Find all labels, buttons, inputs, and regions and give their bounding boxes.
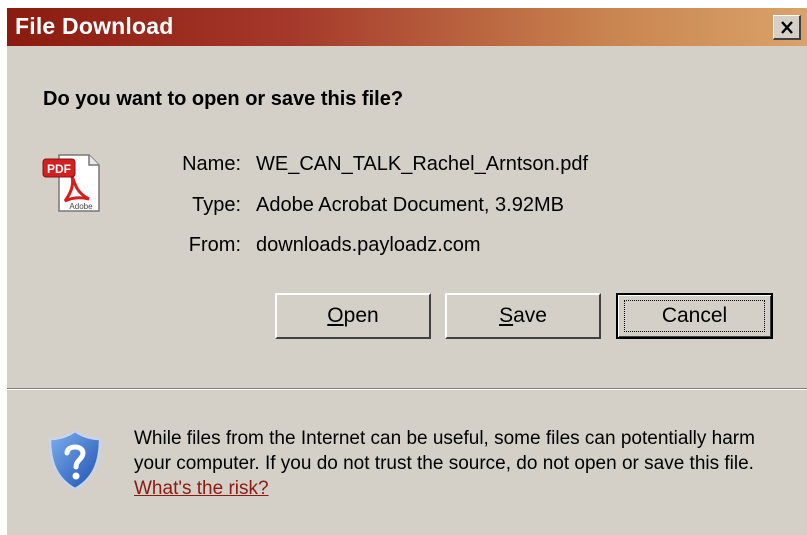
open-mnemonic: O (327, 304, 344, 327)
adobe-caption-text: Adobe (69, 202, 93, 211)
open-label-rest: pen (343, 304, 379, 327)
cancel-button[interactable]: Cancel (616, 293, 773, 339)
file-from-value: downloads.payloadz.com (256, 234, 481, 256)
title-bar[interactable]: File Download (7, 8, 807, 46)
file-type-value: Adobe Acrobat Document, 3.92MB (256, 194, 564, 216)
file-name-label: Name: (182, 153, 241, 175)
security-shield-question-icon (48, 429, 102, 491)
pdf-file-icon: PDF Adobe (42, 154, 100, 212)
file-download-dialog: File Download Do you want to open or sav… (6, 8, 807, 535)
file-type-label: Type: (192, 194, 241, 216)
open-button[interactable]: Open (275, 293, 431, 339)
file-from-label: From: (188, 234, 241, 256)
window-title: File Download (15, 13, 174, 39)
warning-text: While files from the Internet can be use… (134, 428, 755, 474)
whats-the-risk-link[interactable]: What's the risk? (134, 478, 269, 499)
save-label-rest: ave (513, 304, 547, 327)
save-button[interactable]: Save (445, 293, 601, 339)
save-mnemonic: S (499, 304, 514, 327)
divider (7, 388, 807, 390)
close-button[interactable] (773, 15, 801, 40)
close-icon (780, 20, 793, 34)
download-question: Do you want to open or save this file? (43, 88, 404, 110)
focus-rectangle (624, 300, 765, 332)
security-warning: While files from the Internet can be use… (134, 426, 794, 501)
file-name-value: WE_CAN_TALK_Rachel_Arntson.pdf (256, 153, 589, 175)
pdf-badge-text: PDF (47, 162, 71, 176)
